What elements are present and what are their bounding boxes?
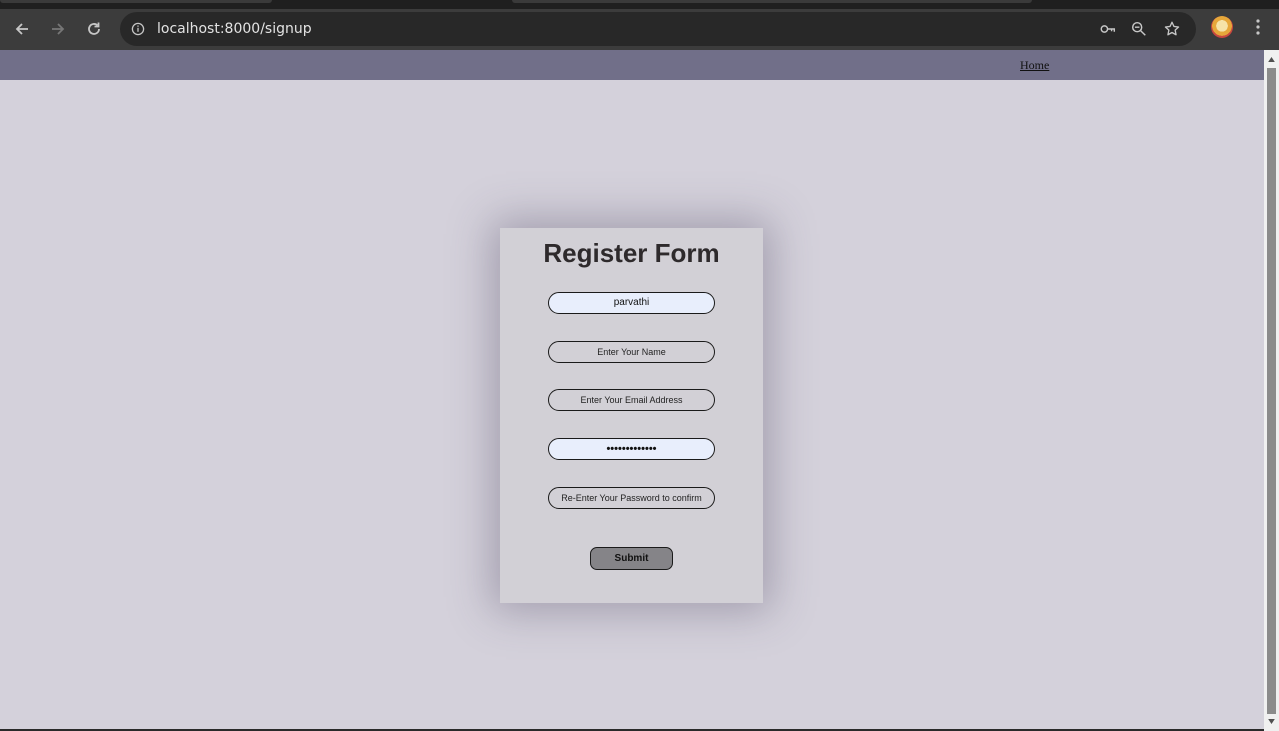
browser-toolbar: localhost:8000/signup [0, 9, 1279, 50]
scroll-down-icon[interactable] [1267, 716, 1276, 726]
browser-tab-strip [0, 0, 1279, 9]
url-text[interactable]: localhost:8000/signup [157, 12, 312, 46]
home-link[interactable]: Home [1020, 58, 1049, 73]
submit-button[interactable]: Submit [590, 547, 673, 570]
page-scrollbar[interactable] [1264, 50, 1279, 731]
tab-indicator [0, 0, 272, 3]
password-key-icon[interactable] [1098, 19, 1118, 39]
scroll-up-icon[interactable] [1267, 54, 1276, 64]
reload-icon[interactable] [80, 15, 108, 43]
address-bar[interactable]: localhost:8000/signup [120, 12, 1196, 46]
name-field[interactable]: Enter Your Name [548, 341, 715, 363]
bookmark-star-icon[interactable] [1162, 19, 1182, 39]
register-form-card: Register Form parvathi Enter Your Name E… [500, 228, 763, 603]
username-field[interactable]: parvathi [548, 292, 715, 314]
site-navbar: Home [0, 50, 1264, 80]
site-info-icon[interactable] [128, 19, 148, 39]
password-field[interactable]: ••••••••••••• [548, 438, 715, 460]
confirm-password-field[interactable]: Re-Enter Your Password to confirm [548, 487, 715, 509]
forward-arrow-icon[interactable] [44, 15, 72, 43]
back-arrow-icon[interactable] [8, 15, 36, 43]
more-menu-icon[interactable] [1248, 15, 1268, 39]
tab-indicator [512, 0, 1032, 3]
email-field[interactable]: Enter Your Email Address [548, 389, 715, 411]
form-title: Register Form [543, 238, 720, 268]
zoom-icon[interactable] [1129, 19, 1149, 39]
profile-avatar[interactable] [1211, 16, 1233, 38]
scrollbar-thumb[interactable] [1267, 68, 1276, 714]
